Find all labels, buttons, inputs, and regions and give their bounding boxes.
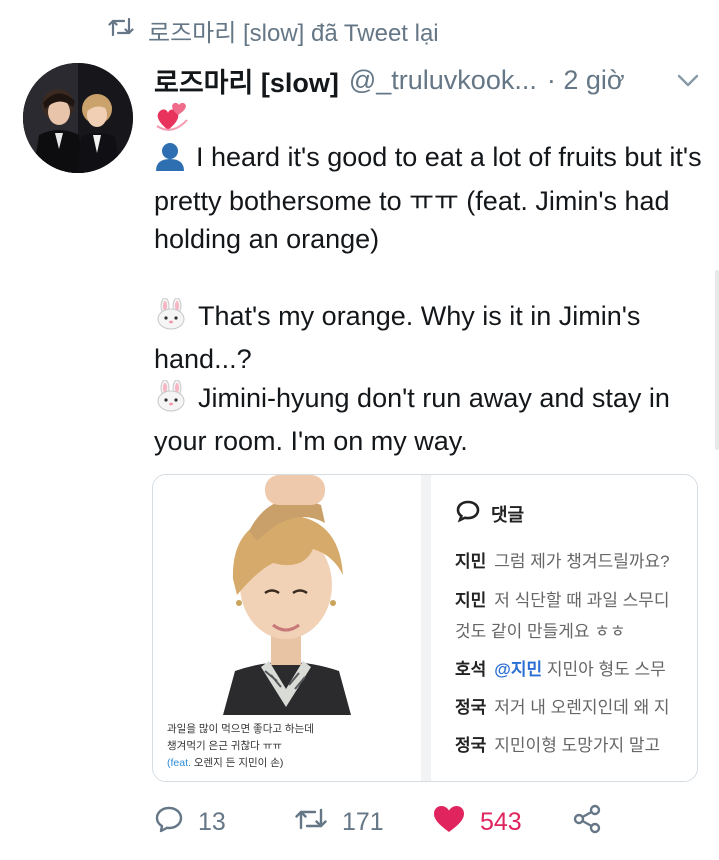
comment-text: 지민아 형도 스무 — [542, 660, 666, 679]
tweet-paragraph: I heard it's good to eat a lot of fruits… — [154, 138, 702, 259]
speech-bubble-icon — [455, 499, 481, 528]
comment-line: 지민 그럼 제가 챙겨드릴까요? — [455, 547, 697, 572]
portrait-photo — [153, 475, 420, 715]
retweet-count: 171 — [342, 807, 384, 836]
like-count: 543 — [480, 807, 522, 836]
tweet-paragraph: Jimini-hyung don't run away and stay in … — [154, 379, 702, 461]
bust-silhouette-emoji — [154, 141, 186, 182]
comment-author: 지민 — [455, 552, 487, 571]
chevron-down-icon[interactable] — [677, 64, 699, 95]
tweet-paragraph: That's my orange. Why is it in Jimin's h… — [154, 297, 702, 379]
comment-text: 저 식단할 때 과일 스무디 — [494, 591, 670, 610]
comment-line: 것도 같이 만들게요 ㅎㅎ — [455, 617, 697, 642]
share-button[interactable] — [572, 804, 602, 841]
comment-author: 지민 — [455, 591, 487, 610]
retweet-banner-text: 로즈마리 [slow] đã Tweet lại — [148, 19, 439, 47]
tweet-paragraph-text: Jimini-hyung don't run away and stay in … — [154, 382, 670, 457]
photo-caption-line: 과일을 많이 먹으면 좋다고 하는데 — [167, 723, 314, 735]
comment-line: 정국 지민이형 도망가지 말고 — [455, 731, 697, 756]
reply-icon — [154, 805, 184, 840]
comment-line: 정국 저거 내 오렌지인데 왜 지 — [455, 693, 697, 718]
comments-title: 댓글 — [491, 504, 525, 525]
rabbit-face-emoji — [154, 379, 188, 423]
comments-heading: 댓글 — [455, 499, 524, 528]
retweet-banner[interactable]: 로즈마리 [slow] đã Tweet lại — [108, 13, 439, 47]
avatar[interactable] — [23, 63, 133, 173]
retweet-button[interactable]: 171 — [294, 806, 432, 839]
feat-label: (feat. — [167, 757, 191, 769]
photo-caption: 과일을 많이 먹으면 좋다고 하는데 챙겨먹기 은근 귀찮다 ㅠㅠ (feat.… — [167, 721, 417, 772]
comment-panel[interactable]: 댓글 지민 그럼 제가 챙겨드릴까요? 지민 저 식단할 때 과일 스무디 것도 같… — [431, 475, 697, 781]
reply-count: 13 — [198, 807, 226, 836]
tweet-time[interactable]: · 2 giờ — [547, 65, 625, 96]
photo-caption-line: (feat. 오렌지 든 지민이 손) — [167, 755, 417, 772]
comment-mention: @지민 — [494, 660, 543, 679]
feat-rest: 오렌지 든 지민이 손) — [190, 757, 284, 769]
scrollbar-edge[interactable] — [715, 270, 719, 450]
comment-text: 것도 같이 만들게요 ㅎㅎ — [455, 622, 626, 641]
retweet-icon — [294, 806, 328, 839]
tweet-paragraph-text: I heard it's good to eat a lot of fruits… — [154, 142, 702, 254]
comment-text: 지민이형 도망가지 말고 — [494, 736, 661, 755]
comment-text: 그럼 제가 챙겨드릴까요? — [494, 552, 670, 571]
tweet-text: I heard it's good to eat a lot of fruits… — [154, 138, 702, 461]
heart-icon — [432, 804, 466, 841]
retweet-icon — [108, 16, 134, 45]
revolving-hearts-emoji — [154, 100, 190, 139]
media-card[interactable]: 과일을 많이 먹으면 좋다고 하는데 챙겨먹기 은근 귀찮다 ㅠㅠ (feat.… — [152, 474, 698, 782]
share-icon — [572, 804, 602, 841]
tweet-header: 로즈마리 [slow] @_truluvkook... · 2 giờ — [154, 62, 699, 98]
comment-text: 저거 내 오렌지인데 왜 지 — [494, 698, 670, 717]
reply-button[interactable]: 13 — [154, 805, 294, 840]
comment-author: 정국 — [455, 698, 487, 717]
tweet-paragraph-text: That's my orange. Why is it in Jimin's h… — [154, 300, 641, 375]
comment-line: 호석 @지민 지민아 형도 스무 — [455, 655, 697, 680]
photo-caption-line: 챙겨먹기 은근 귀찮다 ㅠㅠ — [167, 740, 283, 752]
comment-author: 정국 — [455, 736, 487, 755]
author-handle[interactable]: @_truluvkook... — [349, 65, 537, 96]
photo-panel[interactable]: 과일을 많이 먹으면 좋다고 하는데 챙겨먹기 은근 귀찮다 ㅠㅠ (feat.… — [153, 475, 420, 781]
rabbit-face-emoji — [154, 297, 188, 341]
author-name[interactable]: 로즈마리 [slow] — [154, 61, 339, 100]
comment-author: 호석 — [455, 660, 487, 679]
like-button[interactable]: 543 — [432, 804, 572, 841]
tweet-actions: 13 171 543 — [154, 802, 674, 842]
comment-line: 지민 저 식단할 때 과일 스무디 — [455, 586, 697, 611]
media-divider — [421, 475, 431, 781]
